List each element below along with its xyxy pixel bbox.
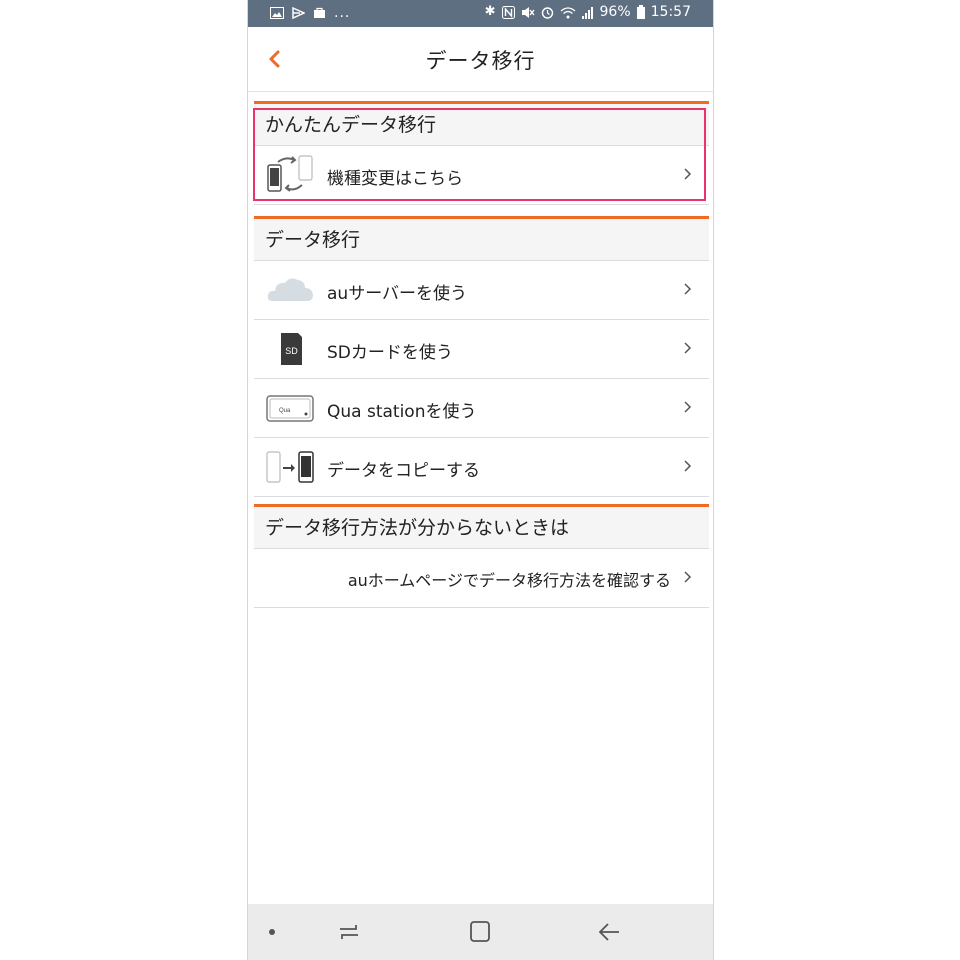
phone-screen: ... ✱ 96% 15:57 データ移行 かんたんデータ移行 機種変更はこちら…: [247, 0, 714, 960]
bluetooth-icon: ✱: [484, 4, 496, 19]
section-help: データ移行方法が分からないときは auホームページでデータ移行方法を確認する: [254, 504, 709, 608]
qua-station-icon: Qua: [266, 395, 314, 422]
item-label: Qua stationを使う: [327, 402, 477, 422]
bag-icon: [314, 7, 325, 18]
wifi-icon: [560, 6, 575, 18]
battery-percent: 96%: [599, 4, 631, 20]
chevron-right-icon: [684, 283, 692, 295]
back-nav-button[interactable]: [595, 918, 625, 946]
section-title: かんたんデータ移行: [254, 104, 709, 146]
link-label: auホームページでデータ移行方法を確認する: [347, 571, 671, 590]
item-label: auサーバーを使う: [327, 284, 468, 304]
item-label: データをコピーする: [327, 461, 480, 481]
phone-copy-icon: [266, 451, 314, 483]
chevron-right-icon: [684, 460, 692, 472]
section-easy-transfer: かんたんデータ移行 機種変更はこちら: [254, 101, 709, 205]
nav-dot-button[interactable]: [258, 918, 288, 946]
recent-apps-icon: [340, 925, 358, 939]
chevron-right-icon: [684, 401, 692, 413]
back-arrow-icon: [598, 923, 619, 941]
copy-data-item[interactable]: データをコピーする: [254, 438, 709, 497]
chevron-right-icon: [684, 342, 692, 354]
qua-station-item[interactable]: Qua Qua stationを使う: [254, 379, 709, 438]
au-homepage-link[interactable]: auホームページでデータ移行方法を確認する: [254, 549, 709, 608]
cast-icon: [292, 7, 305, 19]
section-title: データ移行方法が分からないときは: [254, 507, 709, 549]
home-icon: [470, 921, 490, 942]
item-label: 機種変更はこちら: [327, 169, 463, 189]
chevron-right-icon: [684, 571, 692, 583]
status-bar: ... ✱ 96% 15:57: [248, 0, 713, 27]
navigation-bar: [248, 904, 713, 960]
alarm-icon: [541, 6, 553, 19]
item-label: SDカードを使う: [327, 343, 453, 363]
image-icon: [270, 7, 284, 19]
dot-icon: [269, 929, 275, 935]
sd-card-item[interactable]: SD SDカードを使う: [254, 320, 709, 379]
battery-icon: [636, 5, 645, 19]
svg-text:Qua: Qua: [279, 408, 291, 414]
chevron-right-icon: [684, 168, 692, 180]
mute-icon: [521, 6, 535, 18]
sd-card-icon: SD: [281, 333, 302, 365]
nfc-icon: [501, 5, 515, 19]
cloud-icon: [267, 278, 313, 301]
au-server-item[interactable]: auサーバーを使う: [254, 261, 709, 320]
phone-swap-icon: [267, 155, 313, 192]
more-notifications: ...: [334, 5, 351, 21]
home-button[interactable]: [465, 918, 495, 946]
clock: 15:57: [650, 4, 691, 20]
recent-apps-button[interactable]: [334, 918, 364, 946]
section-title: データ移行: [254, 219, 709, 261]
signal-icon: [581, 6, 593, 19]
svg-text:SD: SD: [285, 346, 298, 356]
page-title: データ移行: [425, 49, 536, 73]
section-data-transfer: データ移行 auサーバーを使う SD SDカードを使う Qua Qua stat…: [254, 216, 709, 497]
app-header: データ移行: [248, 27, 713, 92]
model-change-item[interactable]: 機種変更はこちら: [254, 146, 709, 205]
